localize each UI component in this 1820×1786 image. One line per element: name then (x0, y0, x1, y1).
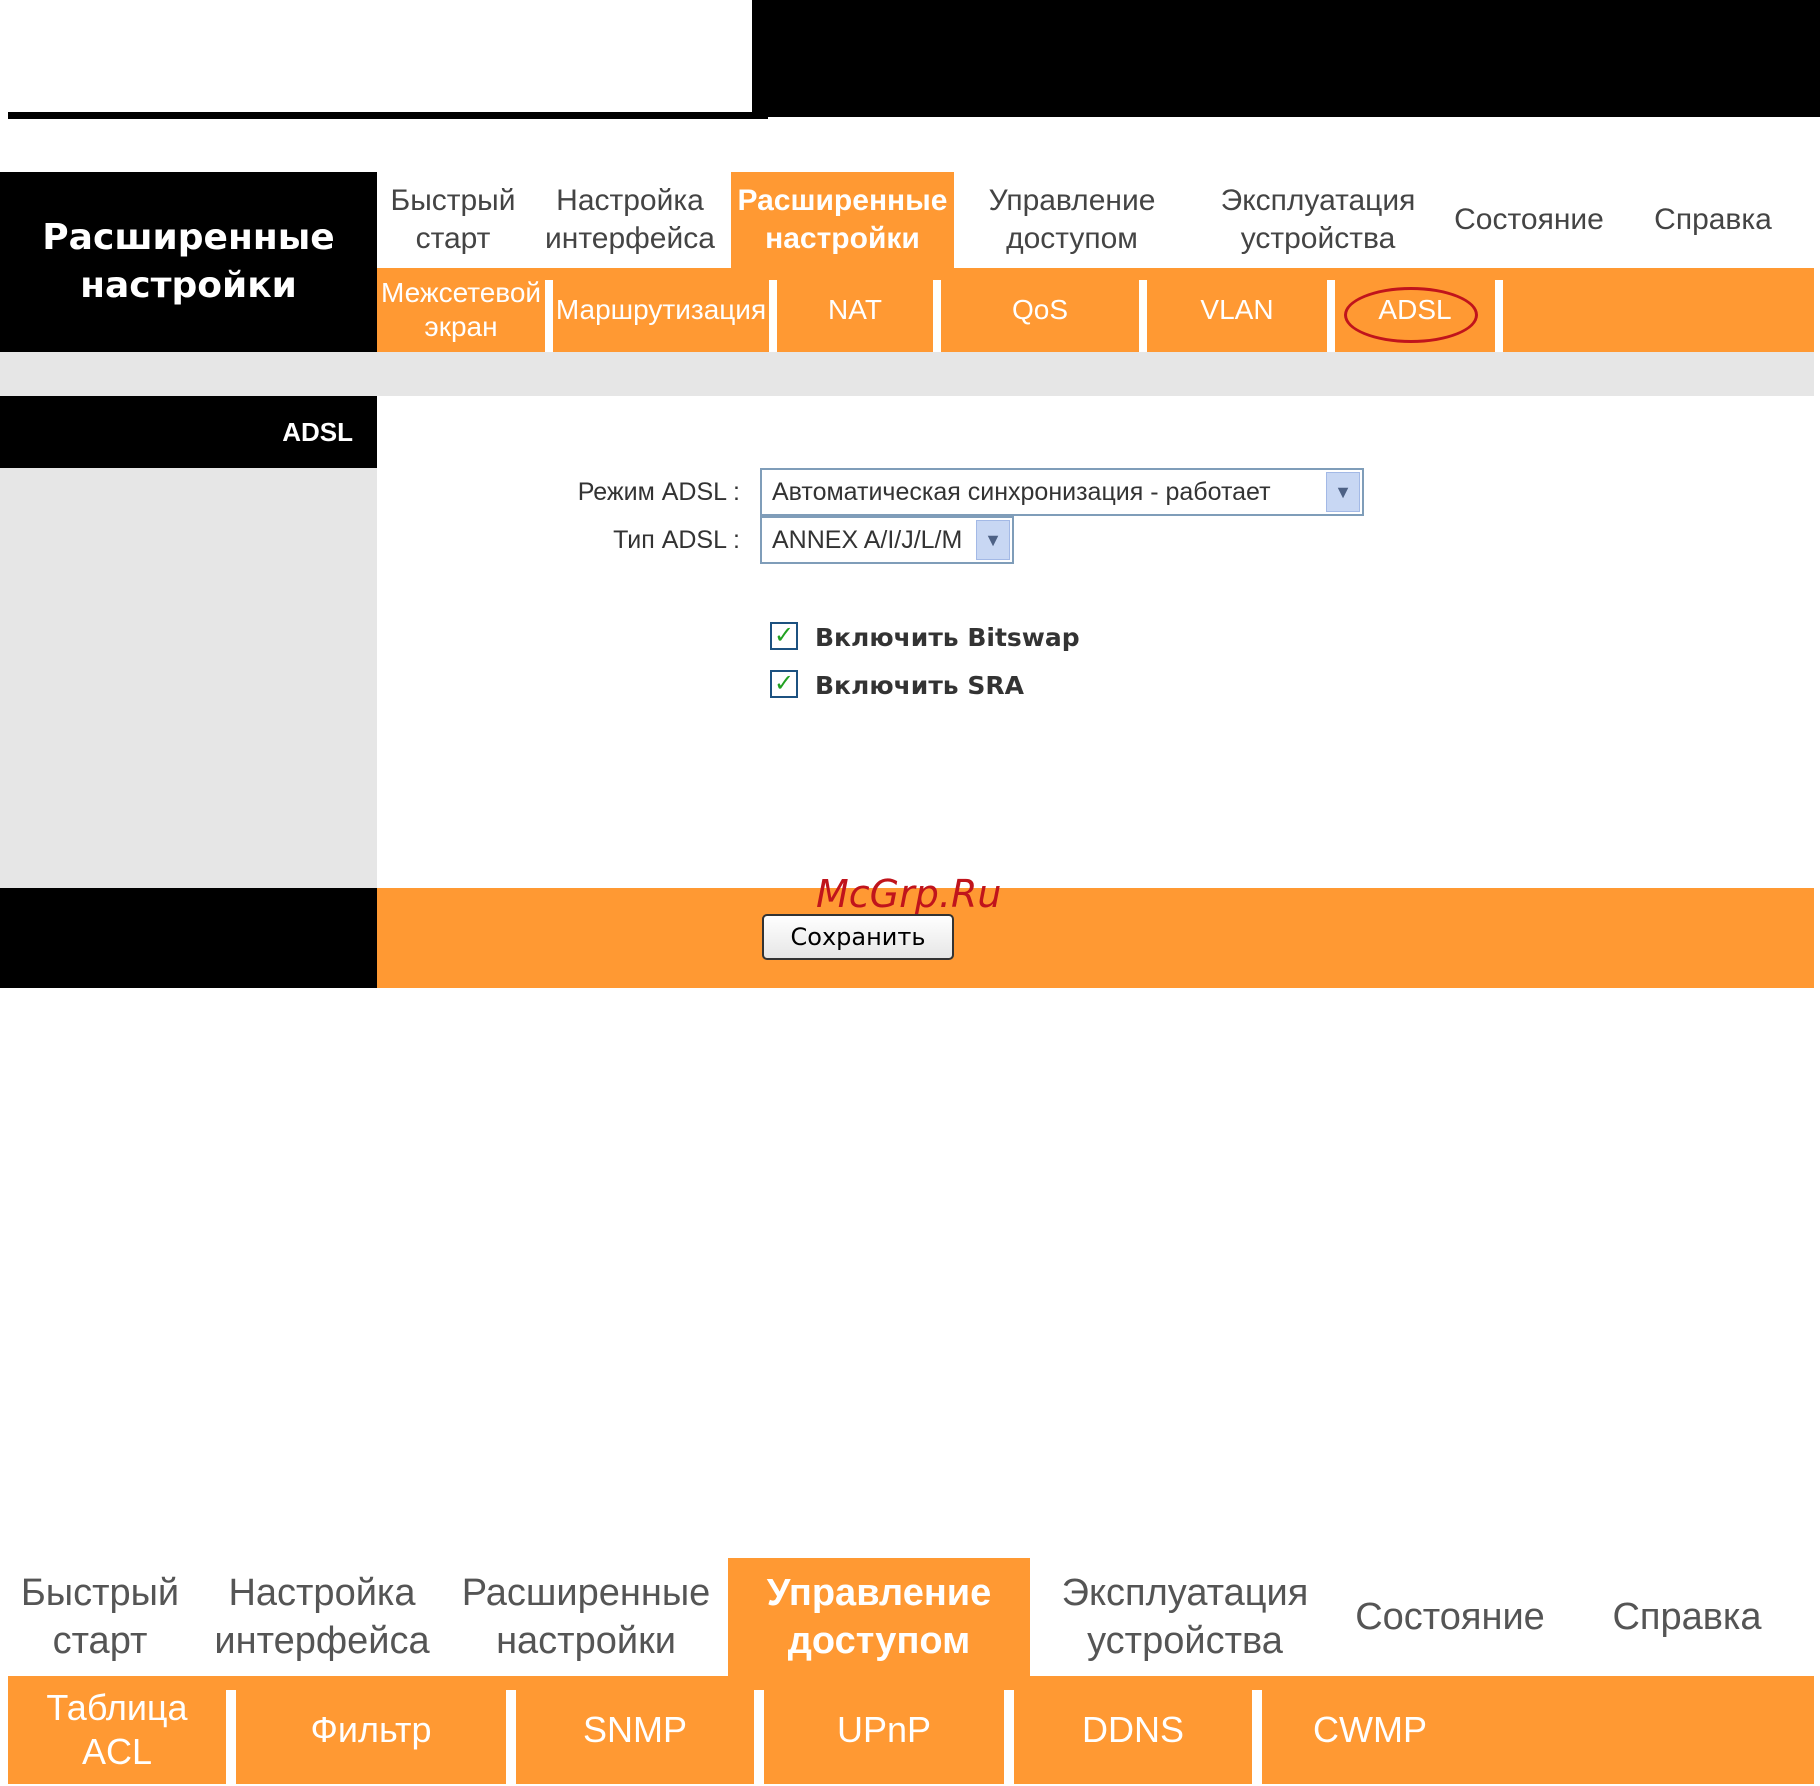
chevron-down-icon[interactable]: ▼ (976, 520, 1010, 560)
subtab-vlan[interactable]: VLAN (1147, 268, 1327, 352)
tab-maintenance[interactable]: Эксплуатация устройства (1190, 172, 1446, 268)
colon: : (733, 526, 740, 554)
tab-separator (226, 1690, 236, 1784)
adsl-type-value: ANNEX A/I/J/L/M (772, 525, 963, 554)
tab-label: Состояние (1355, 1596, 1545, 1638)
tab-interface-setup[interactable]: Настройка интерфейса (529, 172, 731, 268)
tab-status[interactable]: Состояние (1446, 172, 1612, 268)
adsl-type-select[interactable]: ANNEX A/I/J/L/M ▼ (760, 516, 1014, 564)
adsl-type-label-text: Тип ADSL (613, 526, 727, 554)
watermark: McGrp.Ru (816, 872, 1002, 916)
tab-label: Справка (1612, 1596, 1762, 1638)
tab-status[interactable]: Состояние (1340, 1558, 1560, 1676)
subtab-label: QoS (1011, 294, 1069, 325)
adsl-mode-label: Режим ADSL : (540, 478, 740, 507)
footer-left (0, 888, 377, 988)
tab-maintenance[interactable]: Эксплуатация устройства (1030, 1558, 1340, 1676)
bitswap-label: Включить Bitswap (815, 623, 1080, 652)
subtab-qos[interactable]: QoS (941, 268, 1139, 352)
tab-access-management[interactable]: Управление доступом (728, 1558, 1030, 1676)
tab-help[interactable]: Справка (1612, 172, 1814, 268)
sidebar-section-label: ADSL (0, 396, 377, 468)
subtab-nat[interactable]: NAT (777, 268, 933, 352)
adsl-mode-value: Автоматическая синхронизация - работает (772, 477, 1271, 506)
sra-label: Включить SRA (815, 671, 1024, 700)
tab-advanced-settings[interactable]: Расширенные настройки (731, 172, 954, 268)
header-rule (8, 112, 768, 119)
tab-separator (769, 280, 777, 352)
tab-label: Настройка интерфейса (214, 1572, 430, 1662)
tab-label: Расширенные настройки (461, 1572, 711, 1662)
tab-separator (1327, 280, 1335, 352)
tab-separator (545, 280, 553, 352)
checkmark-icon: ✓ (773, 622, 795, 649)
subtab-firewall[interactable]: Межсетевой экран (377, 268, 545, 352)
subtab-label: Фильтр (310, 1709, 432, 1750)
tab-label: Состояние (1454, 203, 1604, 236)
tab-advanced-settings[interactable]: Расширенные настройки (444, 1558, 728, 1676)
tab-separator (1495, 280, 1503, 352)
colon: : (733, 478, 740, 506)
bitswap-checkbox[interactable]: ✓ (770, 622, 798, 650)
tab-label: Расширенные настройки (737, 184, 948, 255)
tab-separator (933, 280, 941, 352)
checkmark-icon: ✓ (773, 670, 795, 697)
subtab-ddns[interactable]: DDNS (1014, 1676, 1252, 1784)
subtab-label: Межсетевой экран (380, 277, 542, 342)
sidebar-panel (0, 468, 377, 888)
section-title: Расширенные настройки (0, 172, 377, 352)
subtab-upnp[interactable]: UPnP (764, 1676, 1004, 1784)
tab-separator (506, 1690, 516, 1784)
subtab-label: Таблица ACL (46, 1687, 188, 1772)
subtab-snmp[interactable]: SNMP (516, 1676, 754, 1784)
tab-label: Эксплуатация устройства (1061, 1572, 1309, 1662)
tab-separator (1252, 1690, 1262, 1784)
sra-checkbox[interactable]: ✓ (770, 670, 798, 698)
tab-help[interactable]: Справка (1560, 1558, 1814, 1676)
subtab-filter[interactable]: Фильтр (236, 1676, 506, 1784)
tab-interface-setup[interactable]: Настройка интерфейса (200, 1558, 444, 1676)
subtab-label: DDNS (1081, 1709, 1184, 1750)
subtab-routing[interactable]: Маршрутизация (553, 268, 769, 352)
tab-label: Быстрый старт (20, 1572, 180, 1662)
subtab-acl-table[interactable]: Таблица ACL (8, 1676, 226, 1784)
tab-label: Эксплуатация устройства (1220, 184, 1416, 255)
subtab-cwmp[interactable]: CWMP (1262, 1676, 1478, 1784)
footer-bar (377, 888, 1814, 988)
chevron-down-icon[interactable]: ▼ (1326, 472, 1360, 512)
save-button[interactable]: Сохранить (762, 914, 954, 960)
subtab-label: CWMP (1313, 1709, 1427, 1750)
tab-separator (754, 1690, 764, 1784)
tab-label: Управление доступом (766, 1572, 992, 1662)
adsl-mode-select[interactable]: Автоматическая синхронизация - работает … (760, 468, 1364, 516)
header-banner (752, 0, 1820, 117)
subtab-label: Маршрутизация (555, 294, 767, 325)
tab-label: Быстрый старт (390, 184, 516, 255)
tab-separator (1139, 280, 1147, 352)
tab-access-management[interactable]: Управление доступом (954, 172, 1190, 268)
subtab-label: VLAN (1200, 294, 1274, 325)
divider-strip (0, 352, 1814, 396)
tab-label: Справка (1654, 203, 1772, 236)
tab-separator (1004, 1690, 1014, 1784)
tab-quick-start[interactable]: Быстрый старт (377, 172, 529, 268)
tab-quick-start[interactable]: Быстрый старт (0, 1558, 200, 1676)
subtab-label: NAT (828, 294, 882, 325)
subtab-label: UPnP (836, 1709, 932, 1750)
tab-label: Настройка интерфейса (545, 184, 715, 255)
subtab-label: SNMP (582, 1709, 687, 1750)
adsl-mode-label-text: Режим ADSL (577, 478, 727, 506)
adsl-type-label: Тип ADSL : (540, 526, 740, 555)
tab-label: Управление доступом (988, 184, 1156, 255)
highlight-circle (1344, 287, 1478, 343)
